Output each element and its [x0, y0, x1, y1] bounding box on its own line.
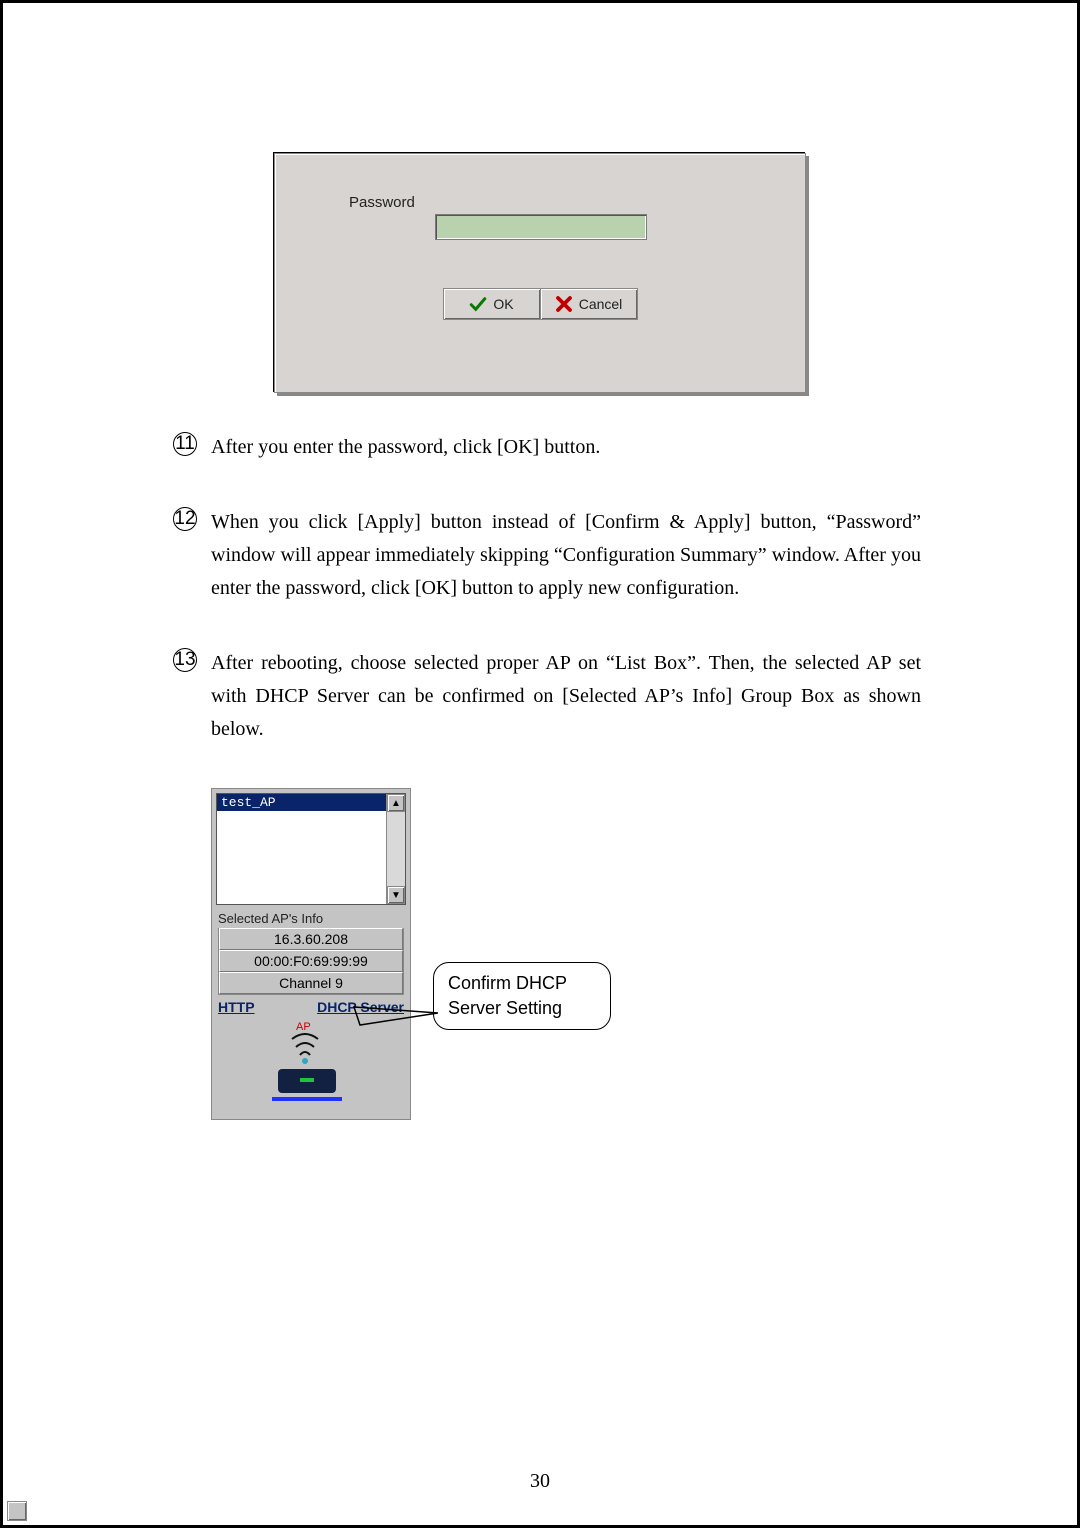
instruction-item: 13 After rebooting, choose selected prop… [211, 647, 921, 746]
callout-line2: Server Setting [448, 996, 596, 1021]
password-dialog: Password OK Cancel [274, 153, 806, 393]
instruction-item: 11 After you enter the password, click [… [211, 431, 921, 464]
close-icon [555, 295, 573, 313]
instruction-item: 12 When you click [Apply] button instead… [211, 506, 921, 605]
ap-group-label: Selected AP's Info [218, 911, 410, 926]
ok-button[interactable]: OK [443, 288, 541, 320]
ap-figure: test_AP ▲ ▼ Selected AP's Info 16.3.60.2… [211, 788, 1017, 1120]
ap-panel: test_AP ▲ ▼ Selected AP's Info 16.3.60.2… [211, 788, 411, 1120]
callout-bubble: Confirm DHCP Server Setting [433, 962, 611, 1030]
password-label: Password [349, 192, 435, 211]
ap-label-text: AP [296, 1021, 311, 1033]
http-link[interactable]: HTTP [218, 999, 255, 1015]
wifi-icon [290, 1033, 320, 1065]
resize-handle-icon [7, 1501, 27, 1521]
step-number: 12 [173, 507, 197, 531]
scroll-down-icon[interactable]: ▼ [387, 886, 405, 904]
check-icon [469, 295, 487, 313]
ap-illustration: AP [218, 1019, 404, 1115]
scroll-up-icon[interactable]: ▲ [387, 794, 405, 812]
dialog-button-row: OK Cancel [275, 288, 805, 320]
document-page: Password OK Cancel 11 After you enter th… [0, 0, 1080, 1528]
cancel-button[interactable]: Cancel [541, 288, 638, 320]
callout-line1: Confirm DHCP [448, 971, 596, 996]
instruction-list: 11 After you enter the password, click [… [171, 431, 921, 746]
password-row: Password [275, 192, 805, 240]
cancel-label: Cancel [579, 296, 623, 312]
scrollbar[interactable]: ▲ ▼ [386, 794, 405, 904]
callout-pointer-icon [348, 1003, 438, 1033]
ap-ip: 16.3.60.208 [219, 928, 403, 950]
password-field-wrap [435, 214, 647, 240]
device-icon [278, 1069, 336, 1093]
password-input[interactable] [435, 214, 647, 240]
step-number: 13 [173, 648, 197, 672]
step-text: When you click [Apply] button instead of… [211, 511, 921, 599]
step-number: 11 [173, 432, 197, 456]
step-text: After rebooting, choose selected proper … [211, 652, 921, 740]
step-text: After you enter the password, click [OK]… [211, 436, 600, 458]
ap-mac: 00:00:F0:69:99:99 [219, 950, 403, 972]
ap-list-item-selected[interactable]: test_AP [217, 794, 405, 811]
page-number: 30 [3, 1470, 1077, 1493]
ap-info-box: 16.3.60.208 00:00:F0:69:99:99 Channel 9 [218, 928, 404, 995]
ok-label: OK [493, 296, 513, 312]
device-base-line [272, 1097, 342, 1101]
ap-channel: Channel 9 [219, 972, 403, 994]
ap-listbox[interactable]: test_AP ▲ ▼ [216, 793, 406, 905]
